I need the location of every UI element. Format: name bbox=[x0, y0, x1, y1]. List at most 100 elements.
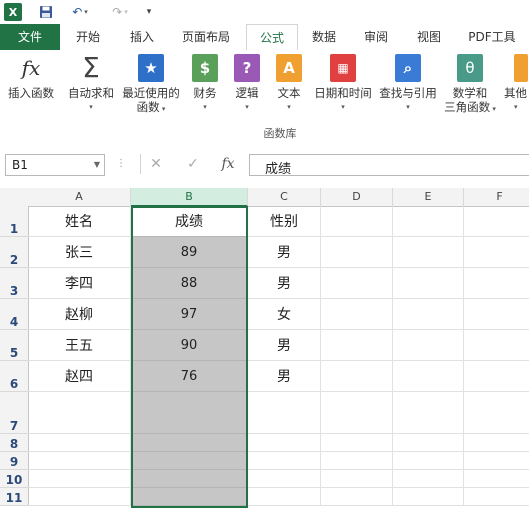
cell-d2[interactable] bbox=[321, 237, 393, 268]
tab-home[interactable]: 开始 bbox=[62, 24, 114, 50]
worksheet-grid[interactable]: ABCDEF 1 姓名 成绩 性别 2 张三 89 男 3 李四 88 男 4 赵柳 97 女 5 王五 90 男 6 赵… bbox=[0, 184, 529, 508]
cell-e5[interactable] bbox=[393, 330, 464, 361]
row-header[interactable]: 4 bbox=[0, 299, 29, 330]
insert-function-icon[interactable]: fx bbox=[212, 154, 244, 174]
cell-d8[interactable] bbox=[321, 434, 393, 452]
math-trig-button[interactable]: θ 数学和 三角函数 ▾ bbox=[440, 54, 500, 116]
formula-input[interactable]: 成绩 bbox=[249, 154, 529, 177]
row-header[interactable]: 3 bbox=[0, 268, 29, 299]
row-header[interactable]: 8 bbox=[0, 434, 29, 452]
cell-c4[interactable]: 女 bbox=[248, 299, 321, 330]
cell-d9[interactable] bbox=[321, 452, 393, 470]
tab-review[interactable]: 审阅 bbox=[352, 24, 400, 50]
tab-view[interactable]: 视图 bbox=[405, 24, 453, 50]
save-icon[interactable] bbox=[37, 3, 55, 21]
cell-b2[interactable]: 89 bbox=[131, 237, 248, 268]
enter-icon[interactable]: ✓ bbox=[178, 154, 208, 174]
column-header-d[interactable]: D bbox=[321, 188, 393, 207]
cell-d11[interactable] bbox=[321, 488, 393, 506]
cell-a10[interactable] bbox=[28, 470, 131, 488]
undo-icon[interactable]: ↶ ▾ bbox=[66, 3, 94, 21]
cell-b5[interactable]: 90 bbox=[131, 330, 248, 361]
name-box[interactable]: B1 ▼ bbox=[5, 154, 105, 176]
cell-e8[interactable] bbox=[393, 434, 464, 452]
cell-a11[interactable] bbox=[28, 488, 131, 506]
cell-c2[interactable]: 男 bbox=[248, 237, 321, 268]
row-header[interactable]: 2 bbox=[0, 237, 29, 268]
cell-f11[interactable] bbox=[464, 488, 529, 506]
cell-c6[interactable]: 男 bbox=[248, 361, 321, 392]
cell-e7[interactable] bbox=[393, 392, 464, 434]
column-header-e[interactable]: E bbox=[393, 188, 464, 207]
cell-e11[interactable] bbox=[393, 488, 464, 506]
row-header[interactable]: 7 bbox=[0, 392, 29, 434]
cell-f9[interactable] bbox=[464, 452, 529, 470]
cell-f4[interactable] bbox=[464, 299, 529, 330]
cell-b3[interactable]: 88 bbox=[131, 268, 248, 299]
cell-f10[interactable] bbox=[464, 470, 529, 488]
column-header-f[interactable]: F bbox=[464, 188, 529, 207]
chevron-down-icon[interactable]: ▼ bbox=[94, 160, 100, 169]
excel-icon[interactable]: X bbox=[4, 3, 22, 21]
cell-f5[interactable] bbox=[464, 330, 529, 361]
tab-insert[interactable]: 插入 bbox=[116, 24, 168, 50]
cell-d5[interactable] bbox=[321, 330, 393, 361]
cell-e9[interactable] bbox=[393, 452, 464, 470]
cell-a9[interactable] bbox=[28, 452, 131, 470]
cell-b4[interactable]: 97 bbox=[131, 299, 248, 330]
cell-a5[interactable]: 王五 bbox=[28, 330, 131, 361]
cell-c1[interactable]: 性别 bbox=[248, 206, 321, 237]
cell-f6[interactable] bbox=[464, 361, 529, 392]
cell-e3[interactable] bbox=[393, 268, 464, 299]
autosum-button[interactable]: Σ 自动求和 ▾ bbox=[62, 54, 120, 114]
cell-f7[interactable] bbox=[464, 392, 529, 434]
more-functions-button[interactable]: 其他 ▾ bbox=[500, 54, 529, 114]
date-time-button[interactable]: ▦ 日期和时间 ▾ bbox=[310, 54, 376, 114]
row-header[interactable]: 1 bbox=[0, 206, 29, 237]
tab-file[interactable]: 文件 bbox=[0, 24, 60, 50]
cell-e1[interactable] bbox=[393, 206, 464, 237]
text-button[interactable]: A 文本 ▾ bbox=[270, 54, 308, 114]
cell-b11[interactable] bbox=[131, 488, 248, 506]
redo-icon[interactable]: ↷ ▾ bbox=[106, 3, 134, 21]
column-header-b[interactable]: B bbox=[131, 188, 248, 207]
cell-e4[interactable] bbox=[393, 299, 464, 330]
cell-e6[interactable] bbox=[393, 361, 464, 392]
cell-d6[interactable] bbox=[321, 361, 393, 392]
cell-c9[interactable] bbox=[248, 452, 321, 470]
cell-a8[interactable] bbox=[28, 434, 131, 452]
cell-f2[interactable] bbox=[464, 237, 529, 268]
cell-a7[interactable] bbox=[28, 392, 131, 434]
tab-data[interactable]: 数据 bbox=[300, 24, 348, 50]
cell-d1[interactable] bbox=[321, 206, 393, 237]
cell-c11[interactable] bbox=[248, 488, 321, 506]
cell-b9[interactable] bbox=[131, 452, 248, 470]
row-header[interactable]: 6 bbox=[0, 361, 29, 392]
cell-c10[interactable] bbox=[248, 470, 321, 488]
cell-e10[interactable] bbox=[393, 470, 464, 488]
tab-pdf-tools[interactable]: PDF工具 bbox=[458, 24, 526, 50]
select-all-corner[interactable] bbox=[0, 188, 29, 207]
cell-d3[interactable] bbox=[321, 268, 393, 299]
cell-a1[interactable]: 姓名 bbox=[28, 206, 131, 237]
cell-a6[interactable]: 赵四 bbox=[28, 361, 131, 392]
cancel-icon[interactable]: ✕ bbox=[140, 154, 171, 174]
insert-function-button[interactable]: fx 插入函数 bbox=[2, 54, 60, 100]
cell-a3[interactable]: 李四 bbox=[28, 268, 131, 299]
cell-c5[interactable]: 男 bbox=[248, 330, 321, 361]
cell-f3[interactable] bbox=[464, 268, 529, 299]
cell-f1[interactable] bbox=[464, 206, 529, 237]
cell-c7[interactable] bbox=[248, 392, 321, 434]
cell-b1[interactable]: 成绩 bbox=[131, 206, 248, 237]
logical-button[interactable]: ? 逻辑 ▾ bbox=[228, 54, 266, 114]
tab-page-layout[interactable]: 页面布局 bbox=[170, 24, 242, 50]
row-header[interactable]: 10 bbox=[0, 470, 29, 488]
cell-b10[interactable] bbox=[131, 470, 248, 488]
cell-c3[interactable]: 男 bbox=[248, 268, 321, 299]
cell-d10[interactable] bbox=[321, 470, 393, 488]
cell-f8[interactable] bbox=[464, 434, 529, 452]
row-header[interactable]: 5 bbox=[0, 330, 29, 361]
lookup-reference-button[interactable]: ⌕ 查找与引用 ▾ bbox=[376, 54, 440, 114]
cell-a2[interactable]: 张三 bbox=[28, 237, 131, 268]
cell-a4[interactable]: 赵柳 bbox=[28, 299, 131, 330]
